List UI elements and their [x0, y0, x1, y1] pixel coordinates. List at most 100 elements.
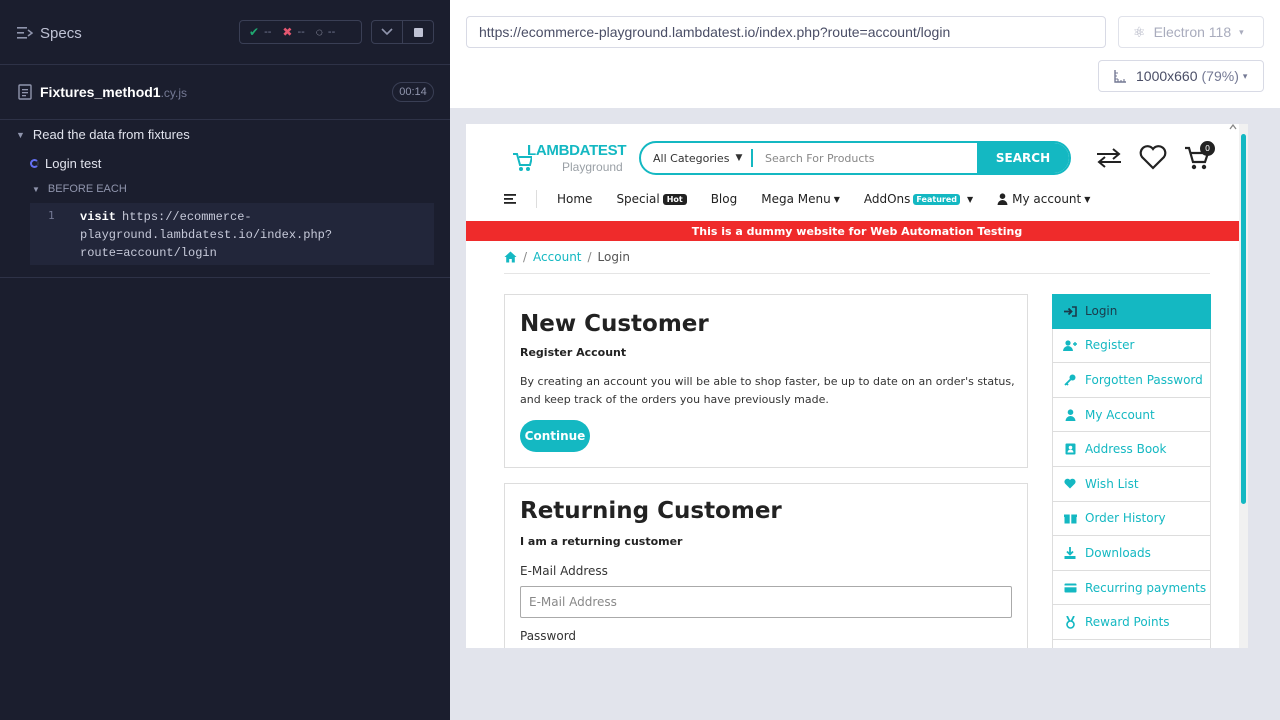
chevron-down-icon: ▼: [32, 184, 40, 194]
aut-toolbar: https://ecommerce-playground.lambdatest.…: [450, 0, 1280, 108]
specs-label[interactable]: Specs: [40, 25, 82, 42]
chevron-down-icon: ▾: [1239, 26, 1244, 37]
home-icon[interactable]: [504, 251, 517, 263]
check-icon: ✔: [249, 25, 260, 39]
account-menu-forgotten-password[interactable]: Forgotten Password: [1052, 363, 1211, 398]
new-customer-card: New Customer Register Account By creatin…: [504, 294, 1028, 468]
user-icon: [1063, 408, 1077, 421]
aut-panel: https://ecommerce-playground.lambdatest.…: [450, 0, 1280, 720]
electron-icon: ⚛: [1133, 23, 1146, 40]
chevron-down-icon[interactable]: [372, 21, 403, 43]
account-menu-item-partial[interactable]: [1052, 639, 1211, 648]
breadcrumb: / Account / Login: [504, 250, 630, 264]
caret-down-icon: ▼: [1084, 194, 1091, 204]
logo-text: LAMBDATEST: [527, 142, 627, 159]
account-menu-wish-list[interactable]: Wish List: [1052, 466, 1211, 502]
divider: [536, 190, 537, 208]
breadcrumb-login[interactable]: Login: [598, 250, 630, 264]
viewport-info[interactable]: 1000x660 (79%) ▾: [1098, 60, 1264, 92]
divider: [504, 273, 1210, 274]
command-number: 1: [48, 209, 55, 222]
divider: [0, 277, 450, 278]
email-field[interactable]: E-Mail Address: [520, 586, 1012, 618]
account-menu-register[interactable]: Register: [1052, 328, 1211, 364]
user-plus-icon: [1063, 339, 1077, 351]
dummy-site-banner: This is a dummy website for Web Automati…: [466, 221, 1248, 241]
logo-subtext: Playground: [562, 160, 623, 174]
heart-icon: [1063, 478, 1077, 490]
scrollbar[interactable]: [1239, 124, 1248, 648]
account-menu-recurring-payments[interactable]: Recurring payments: [1052, 570, 1211, 606]
nav-blog[interactable]: Blog: [711, 192, 738, 206]
returning-customer-card: Returning Customer I am a returning cust…: [504, 483, 1028, 648]
chevron-down-icon: ▼: [16, 129, 25, 140]
chevron-down-icon: ▾: [1242, 70, 1248, 81]
nav-home[interactable]: Home: [557, 192, 592, 206]
search-button[interactable]: SEARCH: [977, 143, 1069, 173]
user-icon: [997, 193, 1008, 205]
hot-badge: Hot: [662, 193, 687, 205]
url-bar[interactable]: https://ecommerce-playground.lambdatest.…: [466, 16, 1106, 48]
command-log-item[interactable]: 1 visit https://ecommerce- playground.lam…: [30, 203, 434, 265]
spec-filename: Fixtures_method1.cy.js: [40, 84, 188, 100]
search-bar: All Categories ▼ Search For Products SEAR…: [639, 141, 1071, 175]
test-title[interactable]: Login test: [30, 156, 101, 171]
specs-list-icon[interactable]: [17, 26, 33, 40]
suite-title[interactable]: ▼ Read the data from fixtures: [16, 127, 190, 142]
document-icon: [18, 84, 32, 100]
passed-stat: ✔ --: [249, 25, 272, 39]
x-icon: ✖: [282, 25, 293, 39]
runner-controls: [371, 20, 434, 44]
specs-header: Specs ✔ -- ✖ -- ◌ --: [0, 0, 450, 65]
nav-my-account[interactable]: My account ▼: [997, 192, 1090, 206]
search-input[interactable]: Search For Products: [753, 143, 977, 173]
sign-in-icon: [1063, 305, 1077, 317]
address-book-icon: [1063, 443, 1077, 455]
account-menu-login[interactable]: Login: [1052, 294, 1211, 329]
caret-down-icon: ▼: [833, 194, 840, 204]
nav-special[interactable]: Special Hot: [616, 192, 687, 206]
account-menu-order-history[interactable]: Order History: [1052, 501, 1211, 537]
breadcrumb-account[interactable]: Account: [533, 250, 581, 264]
account-menu-downloads[interactable]: Downloads: [1052, 536, 1211, 571]
failed-stat: ✖ --: [282, 25, 305, 39]
browser-selector[interactable]: ⚛ Electron 118 ▾: [1118, 16, 1264, 48]
download-icon: [1063, 546, 1077, 559]
account-menu-my-account[interactable]: My Account: [1052, 397, 1211, 433]
medal-icon: [1063, 615, 1077, 629]
account-menu-reward-points[interactable]: Reward Points: [1052, 605, 1211, 640]
password-label: Password: [520, 629, 577, 643]
pending-circle-icon: ◌: [315, 25, 323, 39]
spec-duration: 00:14: [392, 82, 434, 102]
menu-icon[interactable]: [504, 194, 516, 204]
scrollbar-thumb[interactable]: [1241, 134, 1246, 504]
account-menu: Login Register Forgotten Password My Acc…: [1052, 294, 1211, 648]
divider: [0, 119, 450, 120]
caret-down-icon: ▼: [967, 194, 974, 204]
nav-mega-menu[interactable]: Mega Menu ▼: [761, 192, 840, 206]
returning-customer-subtitle: I am a returning customer: [520, 535, 683, 548]
close-icon[interactable]: [1229, 124, 1237, 130]
cart-count-badge: 0: [1200, 141, 1215, 156]
main-nav: Home Special Hot Blog Mega Menu ▼ AddOns Fe…: [504, 190, 1114, 208]
heart-icon[interactable]: [1139, 144, 1167, 170]
new-customer-text: By creating an account you will be able …: [520, 375, 1015, 406]
returning-customer-title: Returning Customer: [520, 498, 782, 524]
pending-stat: ◌ --: [315, 25, 336, 39]
new-customer-title: New Customer: [520, 311, 709, 337]
runner-panel: Specs ✔ -- ✖ -- ◌ -- Fixtures_method1.cy.js…: [0, 0, 450, 720]
key-icon: [1063, 374, 1077, 386]
email-label: E-Mail Address: [520, 564, 608, 578]
featured-badge: Featured: [913, 193, 960, 205]
running-spinner-icon: [30, 159, 39, 168]
nav-addons[interactable]: AddOns Featured ▼: [864, 192, 973, 206]
site-logo[interactable]: LAMBDATEST Playground: [512, 138, 628, 178]
register-account-subtitle: Register Account: [520, 346, 627, 359]
hook-title[interactable]: ▼ BEFORE EACH: [32, 183, 127, 195]
stop-button[interactable]: [403, 21, 433, 43]
continue-button[interactable]: Continue: [520, 420, 590, 452]
compare-icon[interactable]: [1094, 146, 1124, 170]
command-text: visit https://ecommerce- playground.lambd…: [80, 210, 333, 260]
account-menu-address-book[interactable]: Address Book: [1052, 432, 1211, 467]
category-select[interactable]: All Categories ▼: [641, 149, 753, 167]
